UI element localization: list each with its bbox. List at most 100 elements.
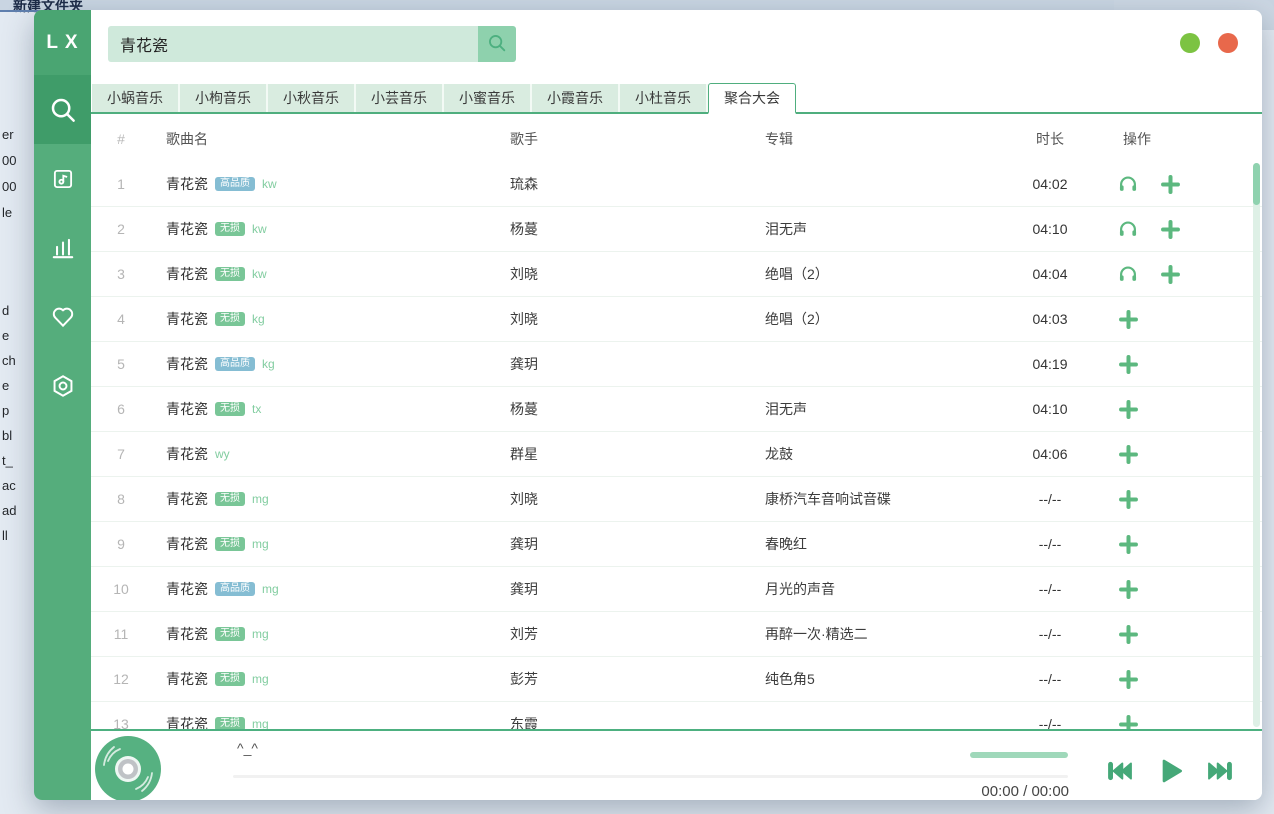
desktop-text-fragment: bl <box>2 428 12 443</box>
singer-name: 东霞 <box>495 714 750 729</box>
singer-name: 刘晓 <box>495 489 750 509</box>
row-index: 1 <box>91 176 151 192</box>
quality-badge: 无损 <box>215 222 245 236</box>
table-row[interactable]: 7 青花瓷 wy 群星 龙鼓 04:06 <box>91 432 1262 477</box>
search-button[interactable] <box>478 26 516 62</box>
song-name: 青花瓷 <box>166 579 208 599</box>
table-row[interactable]: 4 青花瓷 无损 kg 刘晓 绝唱（2） 04:03 <box>91 297 1262 342</box>
source-tab[interactable]: 聚合大会 <box>708 83 796 114</box>
table-row[interactable]: 1 青花瓷 高品质 kw 琉森 04:02 <box>91 162 1262 207</box>
minimize-button[interactable] <box>1180 33 1200 53</box>
quality-badge: 无损 <box>215 627 245 641</box>
album-disc-icon[interactable] <box>94 735 162 800</box>
add-button[interactable] <box>1117 623 1139 645</box>
add-button[interactable] <box>1117 398 1139 420</box>
tab-label: 小杜音乐 <box>635 88 691 108</box>
source-tab[interactable]: 小霞音乐 <box>532 84 620 112</box>
singer-name: 彭芳 <box>495 669 750 689</box>
sidebar-item-songlist[interactable] <box>34 144 91 213</box>
table-row[interactable]: 13 青花瓷 无损 mg 东霞 --/-- <box>91 702 1262 729</box>
actions-cell <box>1095 173 1262 195</box>
source-tag: kg <box>252 312 265 326</box>
source-tab[interactable]: 小芸音乐 <box>356 84 444 112</box>
next-track-button[interactable] <box>1203 755 1237 787</box>
scrollbar-track[interactable] <box>1253 163 1260 727</box>
duration: 04:06 <box>1005 446 1095 462</box>
source-tag: mg <box>252 627 269 641</box>
table-row[interactable]: 6 青花瓷 无损 tx 杨蔓 泪无声 04:10 <box>91 387 1262 432</box>
add-button[interactable] <box>1117 308 1139 330</box>
progress-bar[interactable] <box>233 775 1068 778</box>
source-tag: mg <box>252 717 269 729</box>
add-button[interactable] <box>1159 263 1181 285</box>
listen-button[interactable] <box>1117 263 1139 285</box>
duration: --/-- <box>1005 491 1095 507</box>
singer-name: 杨蔓 <box>495 219 750 239</box>
table-row[interactable]: 5 青花瓷 高品质 kg 龚玥 04:19 <box>91 342 1262 387</box>
tab-label: 小蜗音乐 <box>107 88 163 108</box>
album-name: 龙鼓 <box>750 444 1005 464</box>
sidebar-item-settings[interactable] <box>34 351 91 420</box>
source-tab[interactable]: 小蜗音乐 <box>92 84 180 112</box>
song-cell: 青花瓷 无损 tx <box>151 399 495 419</box>
add-button[interactable] <box>1117 578 1139 600</box>
add-button[interactable] <box>1159 173 1181 195</box>
desktop-text-fragment: p <box>2 403 9 418</box>
previous-track-button[interactable] <box>1103 755 1137 787</box>
add-button[interactable] <box>1117 488 1139 510</box>
table-row[interactable]: 10 青花瓷 高品质 mg 龚玥 月光的声音 --/-- <box>91 567 1262 612</box>
table-row[interactable]: 3 青花瓷 无损 kw 刘晓 绝唱（2） 04:04 <box>91 252 1262 297</box>
source-tag: mg <box>252 672 269 686</box>
scrollbar-thumb[interactable] <box>1253 163 1260 205</box>
music-list-icon <box>50 166 76 192</box>
row-index: 13 <box>91 716 151 729</box>
row-index: 3 <box>91 266 151 282</box>
add-button[interactable] <box>1117 533 1139 555</box>
search-input[interactable] <box>108 26 478 62</box>
tab-strip: 小蜗音乐小枸音乐小秋音乐小芸音乐小蜜音乐小霞音乐小杜音乐 聚合大会 <box>91 84 1262 114</box>
table-row[interactable]: 8 青花瓷 无损 mg 刘晓 康桥汽车音响试音碟 --/-- <box>91 477 1262 522</box>
add-button[interactable] <box>1117 713 1139 729</box>
tab-label: 聚合大会 <box>724 88 780 108</box>
song-cell: 青花瓷 无损 mg <box>151 624 495 644</box>
desktop-text-fragment: d <box>2 303 9 318</box>
duration: 04:19 <box>1005 356 1095 372</box>
quality-badge: 高品质 <box>215 582 255 596</box>
duration: 04:10 <box>1005 221 1095 237</box>
actions-cell <box>1095 218 1262 240</box>
actions-cell <box>1095 533 1262 555</box>
quality-badge: 无损 <box>215 492 245 506</box>
row-index: 4 <box>91 311 151 327</box>
desktop-text-fragment: 00 <box>2 153 16 168</box>
quality-badge: 无损 <box>215 672 245 686</box>
quality-badge: 无损 <box>215 312 245 326</box>
sidebar-item-leaderboard[interactable] <box>34 213 91 282</box>
add-button[interactable] <box>1117 668 1139 690</box>
close-button[interactable] <box>1218 33 1238 53</box>
source-tab[interactable]: 小秋音乐 <box>268 84 356 112</box>
row-index: 11 <box>91 626 151 642</box>
listen-button[interactable] <box>1117 173 1139 195</box>
desktop-text-fragment: e <box>2 328 9 343</box>
song-name: 青花瓷 <box>166 714 208 729</box>
table-row[interactable]: 12 青花瓷 无损 mg 彭芳 纯色角5 --/-- <box>91 657 1262 702</box>
sidebar-item-search[interactable] <box>34 75 91 144</box>
source-tag: mg <box>252 537 269 551</box>
play-button[interactable] <box>1153 755 1187 787</box>
source-tab[interactable]: 小蜜音乐 <box>444 84 532 112</box>
actions-cell <box>1095 443 1262 465</box>
volume-slider[interactable] <box>970 752 1068 758</box>
table-row[interactable]: 11 青花瓷 无损 mg 刘芳 再醉一次·精选二 --/-- <box>91 612 1262 657</box>
table-row[interactable]: 2 青花瓷 无损 kw 杨蔓 泪无声 04:10 <box>91 207 1262 252</box>
table-row[interactable]: 9 青花瓷 无损 mg 龚玥 春晚红 --/-- <box>91 522 1262 567</box>
add-button[interactable] <box>1117 353 1139 375</box>
source-tab[interactable]: 小杜音乐 <box>620 84 708 112</box>
song-name: 青花瓷 <box>166 444 208 464</box>
add-button[interactable] <box>1117 443 1139 465</box>
add-button[interactable] <box>1159 218 1181 240</box>
listen-button[interactable] <box>1117 218 1139 240</box>
row-index: 2 <box>91 221 151 237</box>
source-tab[interactable]: 小枸音乐 <box>180 84 268 112</box>
quality-badge: 无损 <box>215 267 245 281</box>
sidebar-item-favorites[interactable] <box>34 282 91 351</box>
